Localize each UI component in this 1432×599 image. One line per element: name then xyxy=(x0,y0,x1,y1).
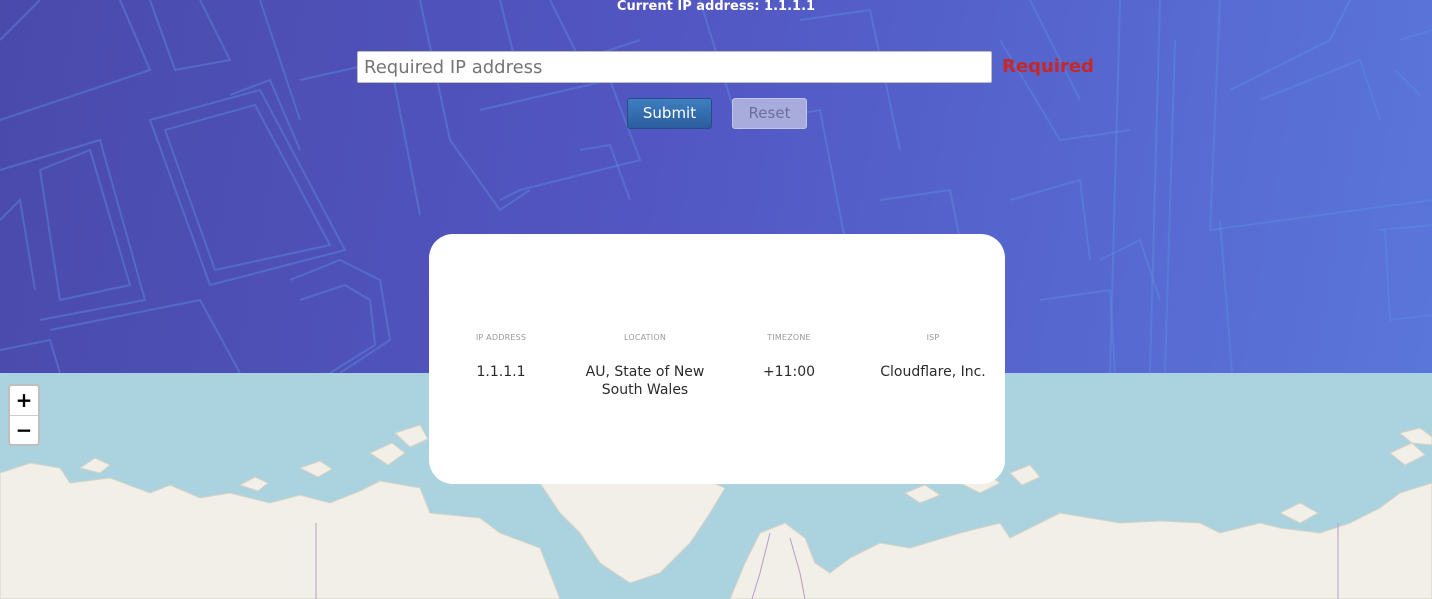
submit-button[interactable]: Submit xyxy=(627,98,712,129)
ip-address-value: 1.1.1.1 xyxy=(476,364,526,380)
isp-value: Cloudflare, Inc. xyxy=(880,364,986,380)
reset-button[interactable]: Reset xyxy=(732,98,807,129)
ip-address-label: IP ADDRESS xyxy=(475,333,527,342)
current-ip-title: Current IP address: 1.1.1.1 xyxy=(616,0,816,14)
ip-info-card: IP ADDRESS 1.1.1.1 LOCATION AU, State of… xyxy=(429,234,1005,484)
timezone-value: +11:00 xyxy=(762,364,816,380)
timezone-label: TIMEZONE xyxy=(767,333,811,342)
zoom-in-button[interactable]: + xyxy=(10,386,38,415)
ip-address-input[interactable] xyxy=(357,51,992,83)
zoom-out-button[interactable]: − xyxy=(10,415,38,444)
location-column: LOCATION AU, State of New South Wales xyxy=(573,333,717,399)
ip-address-column: IP ADDRESS 1.1.1.1 xyxy=(429,333,573,381)
zoom-control: + − xyxy=(8,384,40,446)
timezone-column: TIMEZONE +11:00 xyxy=(717,333,861,381)
required-validation-message: Required xyxy=(1002,56,1094,77)
isp-label: ISP xyxy=(926,333,940,342)
location-label: LOCATION xyxy=(623,333,667,342)
location-value: AU, State of New South Wales xyxy=(585,364,705,398)
isp-column: ISP Cloudflare, Inc. xyxy=(861,333,1005,381)
